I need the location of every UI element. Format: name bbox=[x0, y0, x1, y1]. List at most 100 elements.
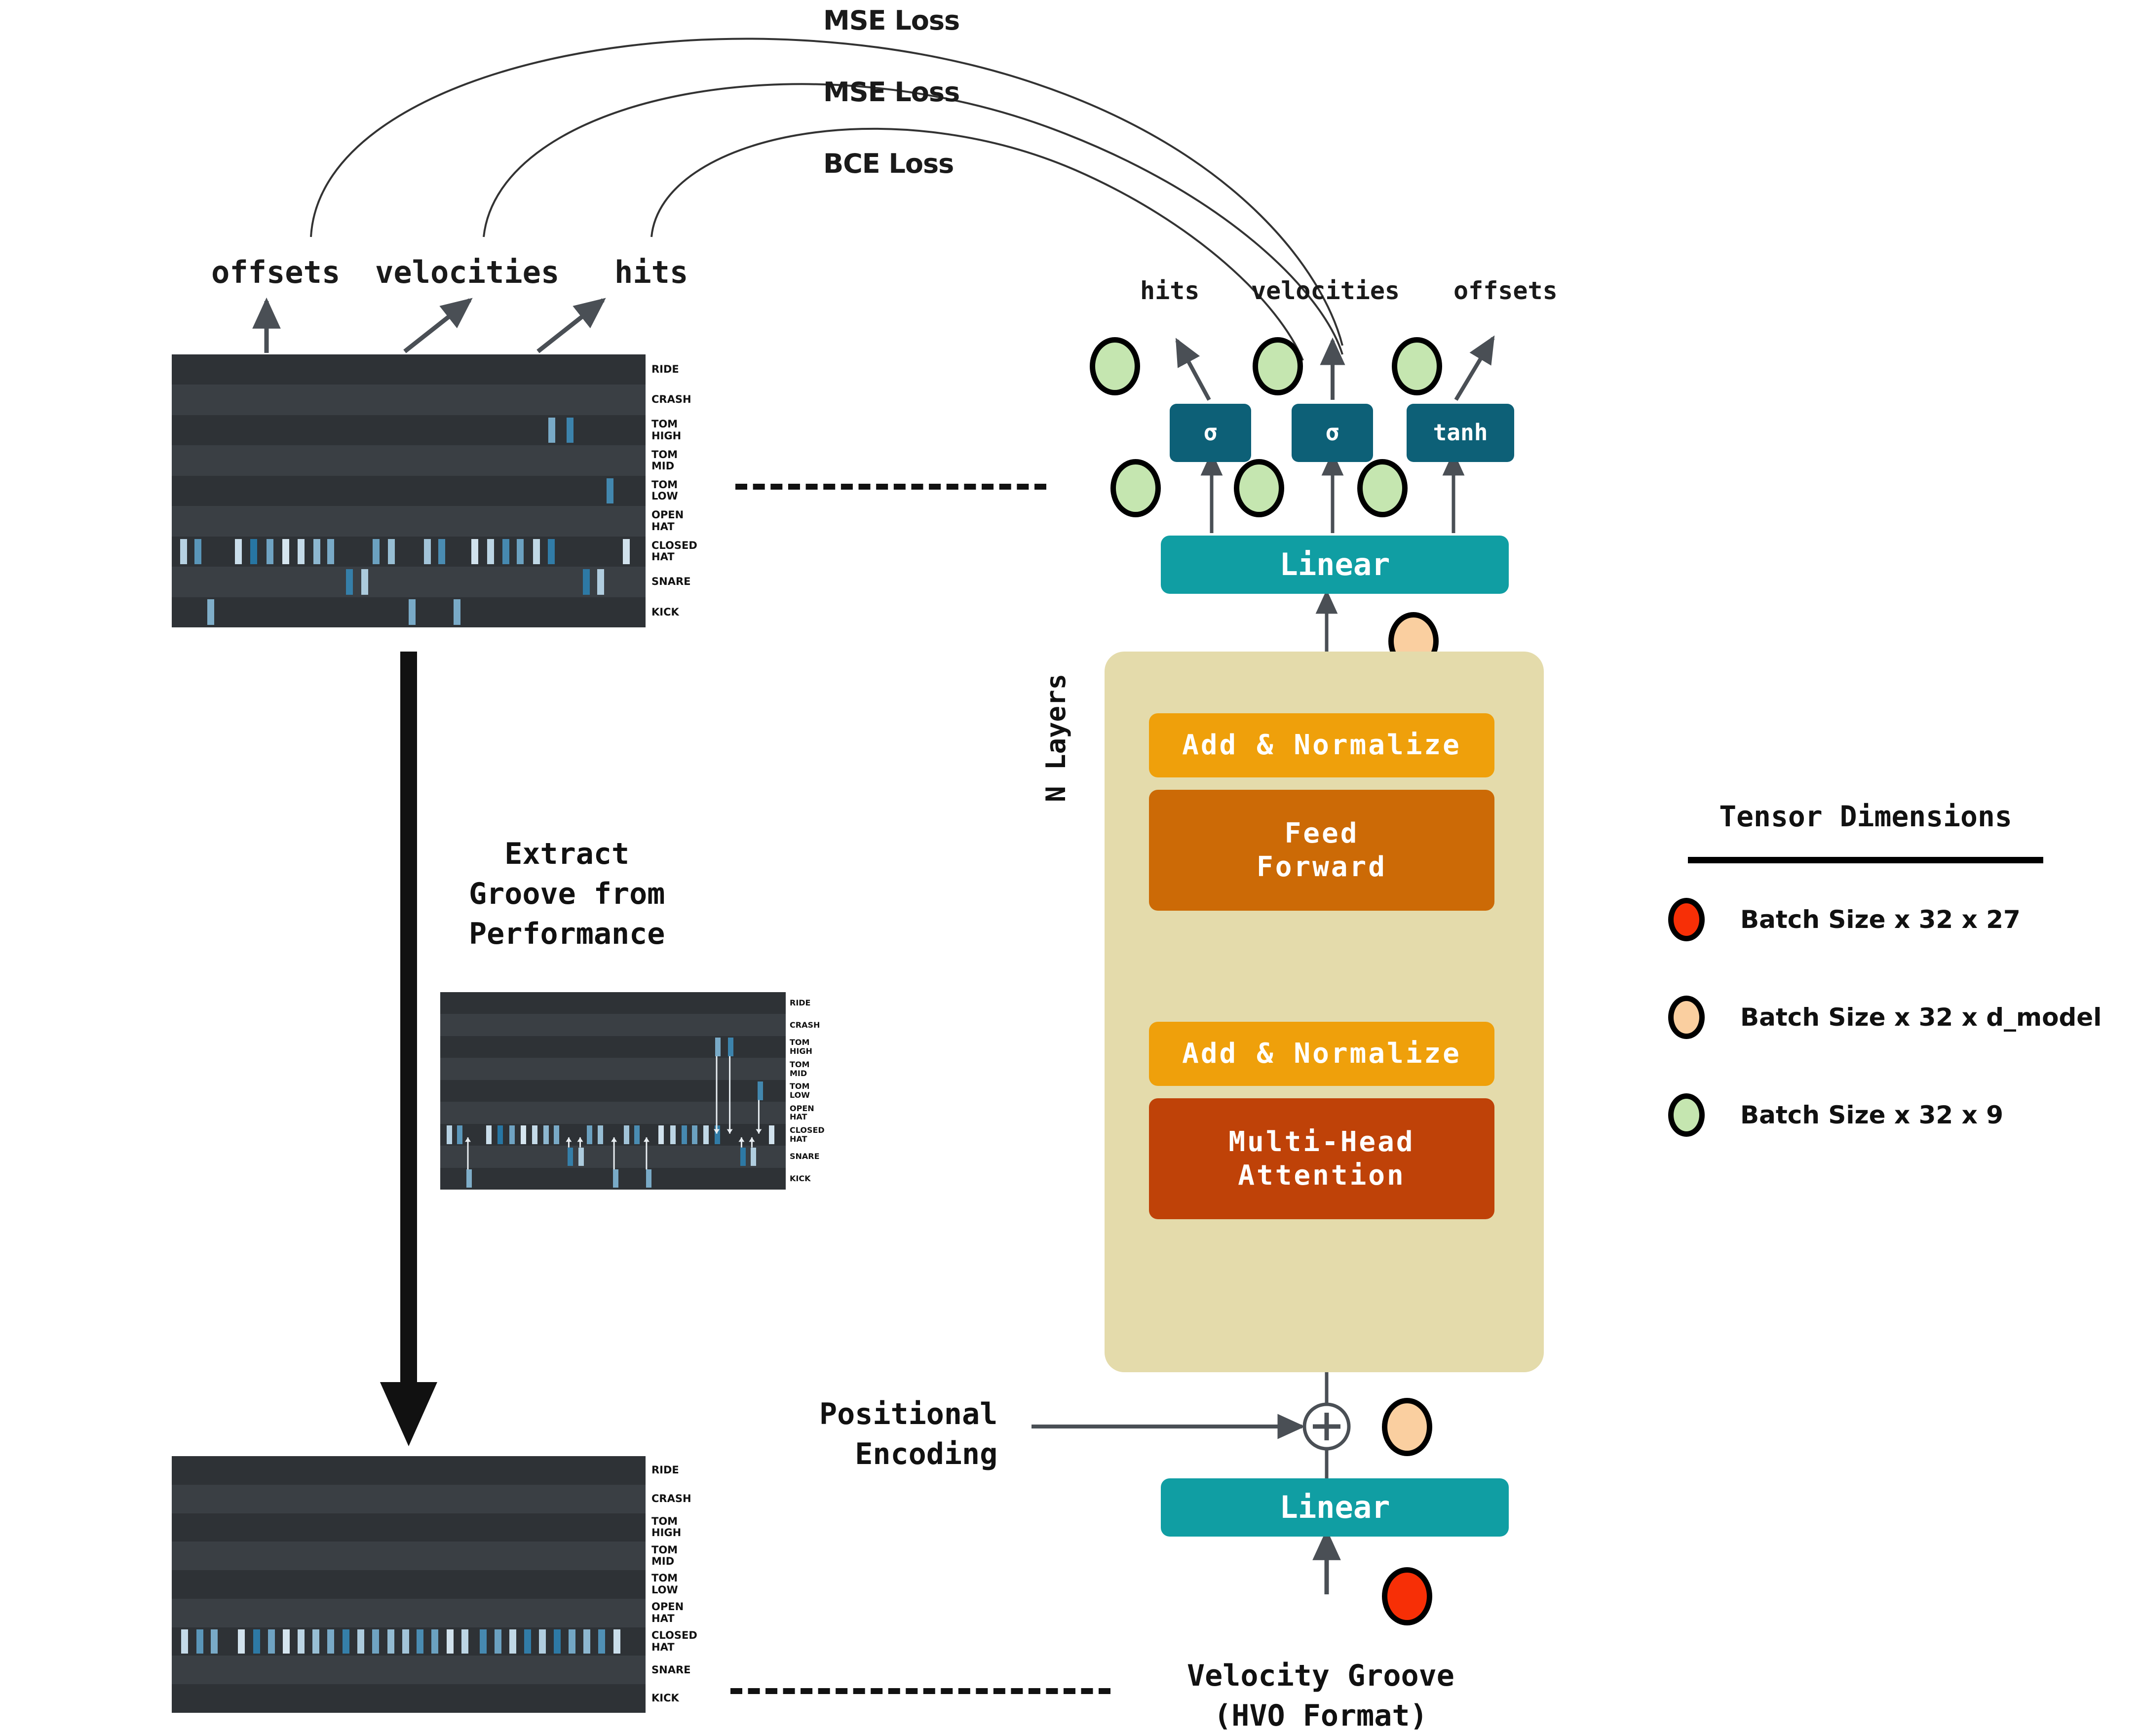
piano-roll-note bbox=[583, 569, 590, 595]
piano-roll-lane-label: TOM HIGH bbox=[790, 1038, 812, 1056]
target-label-hits: hits bbox=[614, 254, 688, 290]
piano-roll-note bbox=[548, 539, 555, 565]
feed-forward-line-2: Forward bbox=[1256, 850, 1387, 883]
piano-roll-note bbox=[238, 1629, 245, 1654]
piano-roll-note bbox=[533, 539, 540, 565]
piano-roll-note bbox=[357, 1629, 365, 1654]
piano-roll-lane-label: CLOSED HAT bbox=[790, 1125, 825, 1144]
piano-roll-note bbox=[607, 478, 614, 504]
piano-roll-note bbox=[342, 1629, 349, 1654]
piano-roll-note bbox=[234, 539, 242, 565]
legend-color-swatch bbox=[1668, 1093, 1705, 1137]
piano-roll-note bbox=[387, 539, 395, 565]
piano-roll-lane-label: SNARE bbox=[651, 1663, 691, 1676]
linear-input-block: Linear bbox=[1161, 1478, 1509, 1537]
piano-roll-note bbox=[194, 539, 202, 565]
velocity-groove-line-2: (HVO Format) bbox=[1214, 1698, 1428, 1733]
activation-sigmoid-velocities: σ bbox=[1292, 404, 1373, 462]
piano-roll-note bbox=[268, 1629, 275, 1654]
tensor-dimensions-legend: Tensor Dimensions Batch Size x 32 x 27 Ba… bbox=[1668, 800, 2102, 1191]
piano-roll-note bbox=[267, 539, 273, 565]
tensor-circle-velocities-pre bbox=[1234, 459, 1284, 517]
piano-roll-note bbox=[539, 1629, 546, 1654]
positional-encoding-line-2: Encoding bbox=[855, 1437, 998, 1471]
tensor-circle-raw-input bbox=[1382, 1567, 1432, 1625]
tensor-circle-hits-pre bbox=[1110, 459, 1161, 517]
legend-title: Tensor Dimensions bbox=[1719, 800, 2012, 833]
output-label-hits: hits bbox=[1140, 276, 1200, 305]
dashed-separator-bottom bbox=[730, 1688, 1110, 1694]
piano-roll-note bbox=[598, 1629, 605, 1654]
piano-roll-note bbox=[402, 1629, 409, 1654]
piano-roll-lane-label: TOM LOW bbox=[651, 1572, 678, 1596]
piano-roll-note bbox=[471, 539, 478, 565]
tensor-circle-hits-out bbox=[1090, 337, 1140, 395]
piano-roll-note bbox=[583, 1629, 591, 1654]
target-label-velocities: velocities bbox=[375, 254, 560, 290]
tensor-circle-velocities-out bbox=[1253, 337, 1303, 395]
velocity-groove-line-1: Velocity Groove bbox=[1187, 1659, 1454, 1693]
piano-roll-lane-label: CRASH bbox=[651, 1492, 691, 1505]
tensor-circle-embedded-input bbox=[1382, 1398, 1432, 1456]
piano-roll-note bbox=[461, 1629, 468, 1654]
piano-roll-lane-label: CRASH bbox=[651, 393, 691, 406]
velocity-groove-caption: Velocity Groove (HVO Format) bbox=[1187, 1656, 1454, 1736]
legend-row: Batch Size x 32 x 9 bbox=[1668, 1093, 2063, 1137]
piano-roll-lane-label: KICK bbox=[790, 1173, 811, 1183]
performance-piano-roll-labels: RIDE CRASH TOM HIGH TOM MID TOM LOW OPEN HAT CLOSE… bbox=[651, 354, 726, 627]
piano-roll-lane-label: TOM MID bbox=[790, 1059, 810, 1078]
piano-roll-note bbox=[622, 539, 630, 565]
piano-roll-lane-label: RIDE bbox=[790, 998, 811, 1008]
legend-row-label: Batch Size x 32 x d_model bbox=[1740, 1003, 2102, 1032]
piano-roll-note bbox=[250, 539, 258, 565]
legend-rows: Batch Size x 32 x 27 Batch Size x 32 x d_… bbox=[1668, 898, 2102, 1137]
groove-extraction-piano-roll-labels: RIDE CRASH TOM HIGH TOM MID TOM LOW OPEN HAT CLOSE… bbox=[790, 992, 859, 1190]
piano-roll-note bbox=[409, 599, 416, 625]
piano-roll-lane bbox=[172, 1656, 646, 1685]
piano-roll-note bbox=[446, 1629, 454, 1654]
piano-roll-lane bbox=[172, 445, 646, 476]
legend-row: Batch Size x 32 x d_model bbox=[1668, 996, 2102, 1039]
piano-roll-note bbox=[282, 539, 289, 565]
legend-row: Batch Size x 32 x 27 bbox=[1668, 898, 2063, 941]
piano-roll-note bbox=[553, 1629, 561, 1654]
piano-roll-note bbox=[502, 539, 510, 565]
piano-roll-note bbox=[417, 1629, 424, 1654]
legend-row-label: Batch Size x 32 x 9 bbox=[1740, 1101, 2004, 1129]
dashed-separator-top bbox=[735, 484, 1046, 490]
piano-roll-note bbox=[282, 1629, 290, 1654]
groove-collapse-arrows bbox=[465, 1056, 762, 1170]
velocity-groove-piano-roll-labels: RIDE CRASH TOM HIGH TOM MID TOM LOW OPEN HAT CLOSE… bbox=[651, 1456, 726, 1713]
piano-roll-note bbox=[480, 1629, 487, 1654]
piano-roll-note bbox=[373, 539, 380, 565]
piano-roll-note bbox=[196, 1629, 203, 1654]
groove-extraction-piano-roll bbox=[440, 992, 786, 1190]
piano-roll-lane bbox=[172, 1484, 646, 1513]
piano-roll-lane-label: TOM MID bbox=[651, 448, 678, 472]
piano-roll-note bbox=[327, 1629, 334, 1654]
piano-roll-lane bbox=[172, 506, 646, 537]
legend-color-swatch bbox=[1668, 898, 1705, 941]
piano-roll-note bbox=[423, 539, 431, 565]
piano-roll-lane bbox=[172, 1456, 646, 1485]
piano-roll-lane bbox=[172, 354, 646, 385]
piano-roll-lane-label: RIDE bbox=[651, 363, 679, 375]
piano-roll-lane-label: RIDE bbox=[651, 1464, 679, 1476]
piano-roll-note bbox=[438, 539, 445, 565]
legend-divider bbox=[1688, 857, 2043, 863]
performance-piano-roll bbox=[172, 354, 646, 627]
piano-roll-note bbox=[487, 539, 495, 565]
piano-roll-note bbox=[361, 569, 368, 595]
piano-roll-note bbox=[253, 1629, 261, 1654]
loss-label-middle: MSE Loss bbox=[823, 77, 960, 108]
piano-roll-lane-label: SNARE bbox=[790, 1152, 820, 1161]
linear-output-block: Linear bbox=[1161, 536, 1509, 594]
piano-roll-note bbox=[327, 539, 334, 565]
piano-roll-lane-label: OPEN HAT bbox=[651, 1601, 684, 1624]
extract-line-3: Performance bbox=[469, 917, 665, 951]
target-label-offsets: offsets bbox=[211, 254, 341, 290]
activation-sigmoid-hits: σ bbox=[1170, 404, 1251, 462]
piano-roll-note bbox=[372, 1629, 380, 1654]
piano-roll-note bbox=[313, 539, 321, 565]
piano-roll-lane bbox=[172, 415, 646, 446]
